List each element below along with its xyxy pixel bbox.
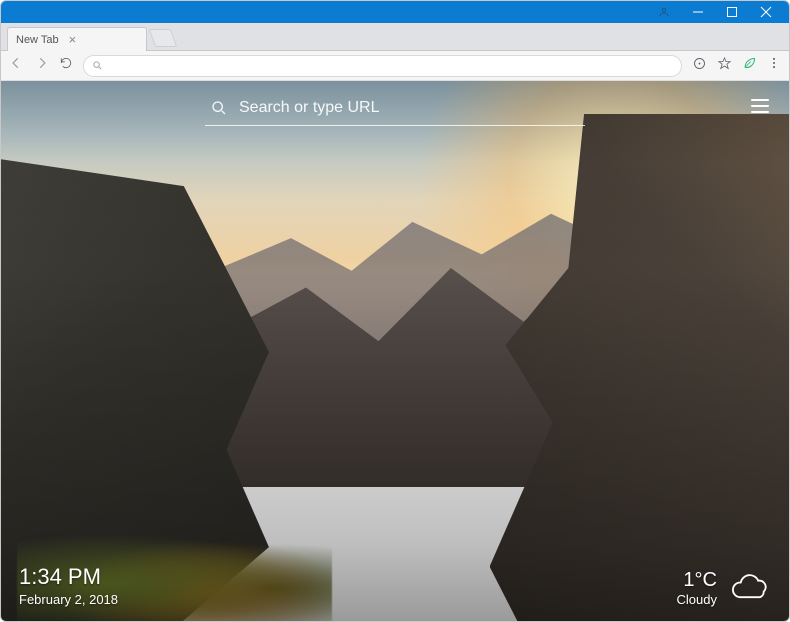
window-maximize-button[interactable] [715,1,749,23]
weather-condition: Cloudy [677,592,717,607]
window-titlebar [1,1,789,23]
forward-button[interactable] [35,56,49,75]
wallpaper-search-bar[interactable]: Search or type URL [205,95,585,126]
bookmark-star-icon[interactable] [717,56,732,76]
window-minimize-button[interactable] [681,1,715,23]
tab-strip: New Tab × [1,23,789,51]
browser-tab[interactable]: New Tab × [7,27,147,51]
back-button[interactable] [9,56,23,75]
search-icon [211,100,227,116]
clock-date: February 2, 2018 [19,592,118,607]
weather-temperature: 1°C [677,569,717,592]
address-bar[interactable] [83,55,682,77]
tab-title: New Tab [16,34,59,46]
weather-widget[interactable]: 1°C Cloudy [677,569,771,607]
reload-button[interactable] [59,56,73,75]
cloud-icon [727,570,771,606]
page-menu-button[interactable] [751,99,769,113]
search-placeholder: Search or type URL [239,99,380,117]
new-tab-button[interactable] [149,29,178,47]
window-close-button[interactable] [749,1,783,23]
browser-menu-button[interactable] [767,56,781,75]
profile-icon[interactable] [647,1,681,23]
browser-toolbar [1,51,789,81]
search-icon [92,60,103,71]
clock-time: 1:34 PM [19,564,118,590]
extension-icon-leaf[interactable] [742,56,757,76]
extension-icon-target[interactable] [692,56,707,76]
clock-widget: 1:34 PM February 2, 2018 [19,564,118,607]
wallpaper-mountains [1,81,789,622]
new-tab-page: Search or type URL 1:34 PM February 2, 2… [1,81,789,622]
tab-close-icon[interactable]: × [69,33,77,46]
